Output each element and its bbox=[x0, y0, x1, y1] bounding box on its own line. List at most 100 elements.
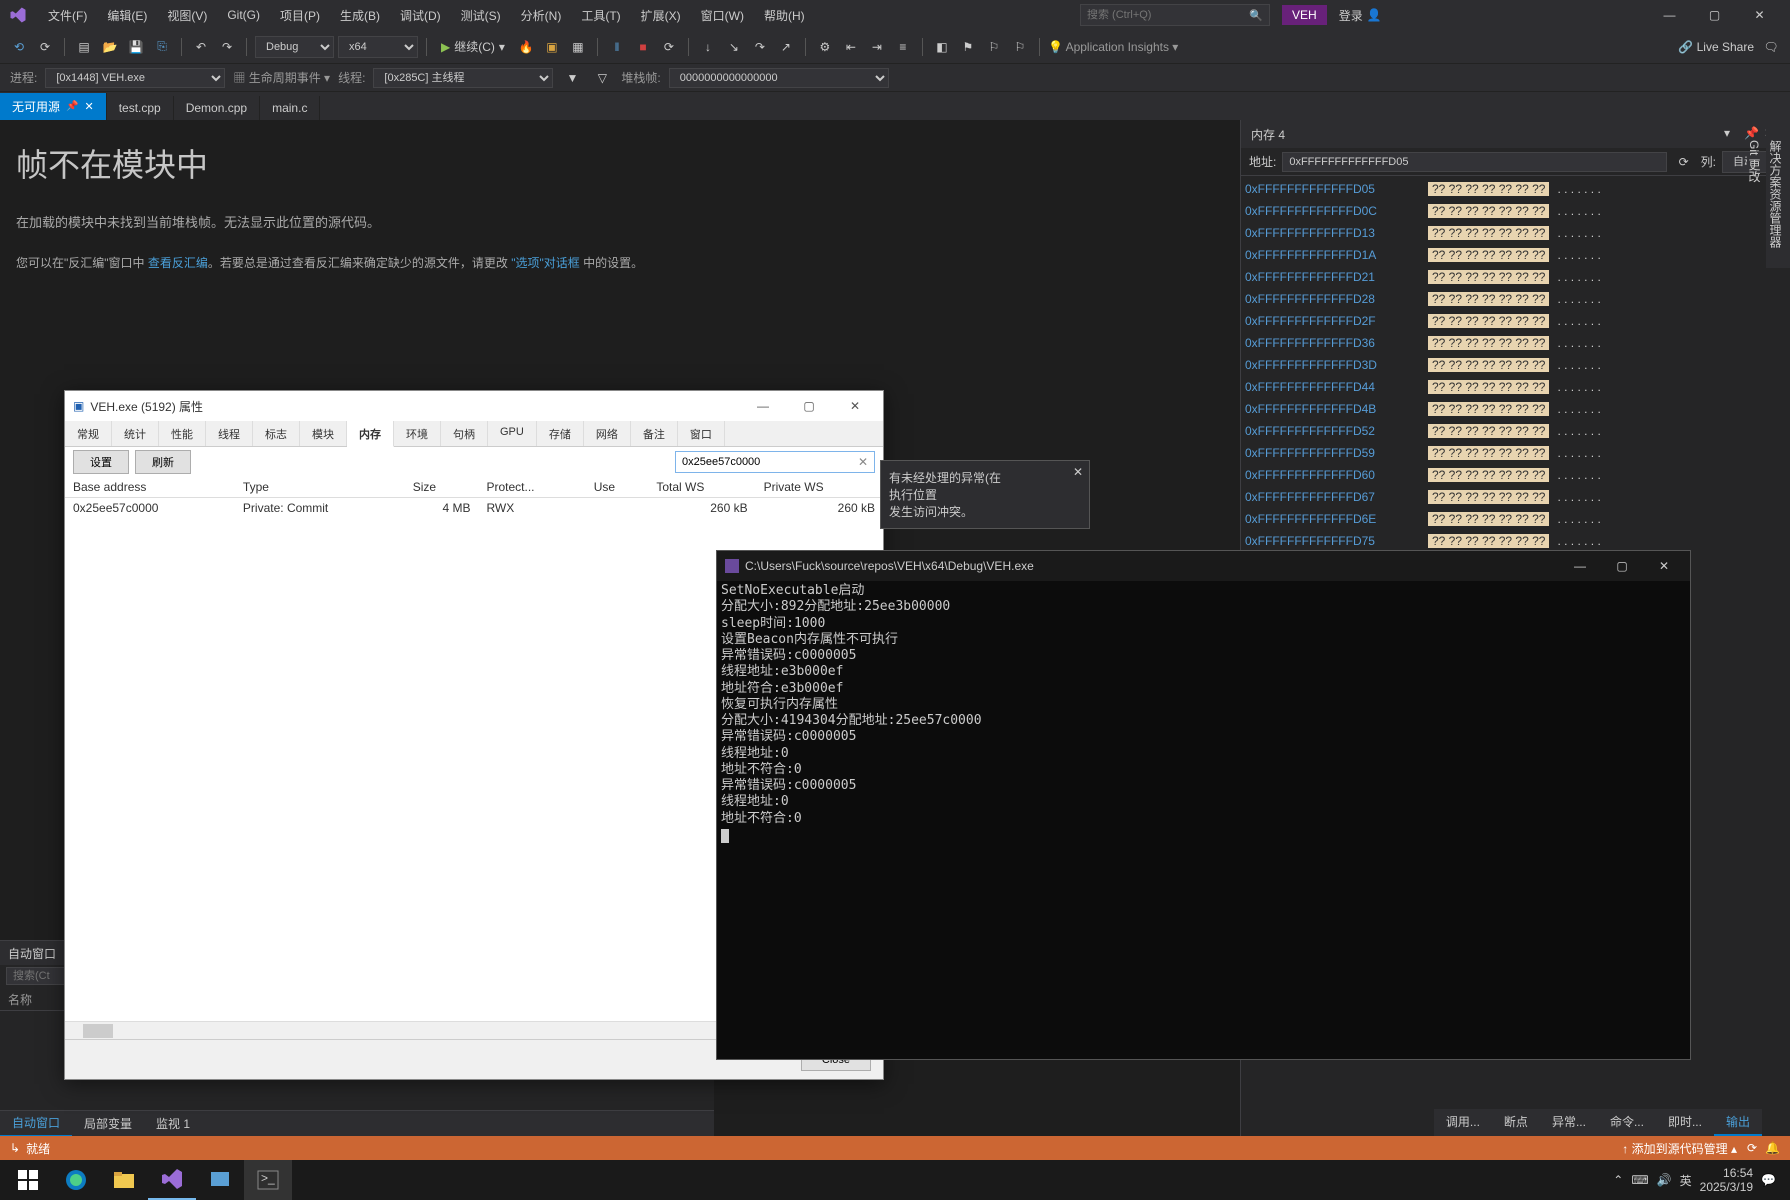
column-header[interactable]: Size bbox=[405, 477, 479, 498]
dialog-tab-7[interactable]: 环境 bbox=[394, 421, 441, 446]
menu-tools[interactable]: 工具(T) bbox=[571, 3, 630, 28]
status-bell-icon[interactable]: 🔔 bbox=[1765, 1141, 1780, 1155]
refresh-button[interactable]: 刷新 bbox=[135, 450, 191, 474]
settings-button[interactable]: 设置 bbox=[73, 450, 129, 474]
tray-sound-icon[interactable]: 🔊 bbox=[1657, 1173, 1672, 1187]
close-icon[interactable]: ✕ bbox=[84, 100, 93, 113]
tray-up-icon[interactable]: ⌃ bbox=[1613, 1173, 1623, 1187]
config-select[interactable]: Debug bbox=[255, 36, 334, 58]
comment-icon[interactable]: ≡ bbox=[892, 36, 914, 58]
step-next-icon[interactable]: ↓ bbox=[697, 36, 719, 58]
step-out-icon[interactable]: ↗ bbox=[775, 36, 797, 58]
global-search[interactable]: 🔍 bbox=[1080, 4, 1270, 26]
menu-extensions[interactable]: 扩展(X) bbox=[631, 3, 691, 28]
git-changes-tab[interactable]: Git 更改 bbox=[1744, 130, 1765, 258]
maximize-button[interactable]: ▢ bbox=[1692, 0, 1737, 30]
tab-test-cpp[interactable]: test.cpp bbox=[107, 96, 174, 120]
btab-command[interactable]: 命令... bbox=[1598, 1109, 1656, 1136]
nav-fwd-icon[interactable]: ⟳ bbox=[34, 36, 56, 58]
btab-immediate[interactable]: 即时... bbox=[1656, 1109, 1714, 1136]
terminal-button[interactable]: >_ bbox=[244, 1160, 292, 1200]
menu-git[interactable]: Git(G) bbox=[217, 4, 270, 26]
dialog-titlebar[interactable]: ▣ VEH.exe (5192) 属性 — ▢ ✕ bbox=[65, 391, 883, 421]
flag2-icon[interactable]: ⚐ bbox=[983, 36, 1005, 58]
status-add-source[interactable]: ↑ 添加到源代码管理 ▴ bbox=[1622, 1140, 1737, 1157]
nav-back-icon[interactable]: ⟲ bbox=[8, 36, 30, 58]
taskbar-clock[interactable]: 16:54 2025/3/19 bbox=[1700, 1166, 1753, 1195]
menu-debug[interactable]: 调试(D) bbox=[390, 3, 451, 28]
minimize-button[interactable]: — bbox=[1647, 0, 1692, 30]
memory-address-input[interactable] bbox=[1282, 152, 1666, 172]
dialog-tab-0[interactable]: 常规 bbox=[65, 421, 112, 446]
dialog-tab-13[interactable]: 窗口 bbox=[678, 421, 725, 446]
dialog-tab-9[interactable]: GPU bbox=[488, 421, 537, 446]
flag-icon[interactable]: ⚑ bbox=[957, 36, 979, 58]
close-button[interactable]: ✕ bbox=[835, 392, 875, 420]
column-header[interactable]: Use bbox=[586, 477, 649, 498]
stop-debug-icon[interactable]: ▣ bbox=[541, 36, 563, 58]
blend-button[interactable] bbox=[196, 1160, 244, 1200]
btab-breakpoints[interactable]: 断点 bbox=[1492, 1109, 1540, 1136]
filter2-icon[interactable]: ▽ bbox=[591, 67, 613, 89]
signin-button[interactable]: 登录 👤 bbox=[1339, 7, 1382, 24]
indent-icon[interactable]: ⇥ bbox=[866, 36, 888, 58]
tab-no-source[interactable]: 无可用源📌✕ bbox=[0, 93, 107, 120]
btab-exceptions[interactable]: 异常... bbox=[1540, 1109, 1598, 1136]
redo-icon[interactable]: ↷ bbox=[216, 36, 238, 58]
stackframe-select[interactable]: 0000000000000000 bbox=[669, 68, 889, 88]
menu-file[interactable]: 文件(F) bbox=[38, 3, 97, 28]
dialog-tab-8[interactable]: 句柄 bbox=[441, 421, 488, 446]
btab-callstack[interactable]: 调用... bbox=[1434, 1109, 1492, 1136]
dialog-tab-12[interactable]: 备注 bbox=[631, 421, 678, 446]
explorer-button[interactable] bbox=[100, 1160, 148, 1200]
disasm-link[interactable]: 查看反汇编 bbox=[148, 256, 208, 270]
liveshare-button[interactable]: 🔗 Live Share bbox=[1678, 40, 1754, 54]
close-button[interactable]: ✕ bbox=[1646, 552, 1682, 580]
minimize-button[interactable]: — bbox=[743, 392, 783, 420]
menu-window[interactable]: 窗口(W) bbox=[691, 3, 754, 28]
column-header[interactable]: Base address bbox=[65, 477, 235, 498]
save-all-icon[interactable]: ⎘ bbox=[151, 36, 173, 58]
save-icon[interactable]: 💾 bbox=[125, 36, 147, 58]
start-button[interactable] bbox=[4, 1160, 52, 1200]
feedback-icon[interactable]: 🗨 bbox=[1760, 36, 1782, 58]
outdent-icon[interactable]: ⇤ bbox=[840, 36, 862, 58]
column-header[interactable]: Type bbox=[235, 477, 405, 498]
console-titlebar[interactable]: C:\Users\Fuck\source\repos\VEH\x64\Debug… bbox=[717, 551, 1690, 581]
vs-button[interactable] bbox=[148, 1160, 196, 1200]
new-item-icon[interactable]: ▤ bbox=[73, 36, 95, 58]
snapshot-icon[interactable]: ▦ bbox=[567, 36, 589, 58]
tray-lang[interactable]: 英 bbox=[1680, 1172, 1692, 1189]
search-input[interactable] bbox=[1087, 9, 1249, 21]
edge-button[interactable] bbox=[52, 1160, 100, 1200]
status-sync-icon[interactable]: ⟳ bbox=[1747, 1141, 1757, 1155]
tray-notif-icon[interactable]: 💬 bbox=[1761, 1173, 1776, 1187]
platform-select[interactable]: x64 bbox=[338, 36, 418, 58]
close-icon[interactable]: ✕ bbox=[1073, 465, 1083, 479]
thread-select[interactable]: [0x285C] 主线程 bbox=[373, 68, 553, 88]
dialog-tab-6[interactable]: 内存 bbox=[347, 421, 394, 447]
dialog-tab-4[interactable]: 标志 bbox=[253, 421, 300, 446]
tab-demon-cpp[interactable]: Demon.cpp bbox=[174, 96, 260, 120]
restart-icon[interactable]: ⟳ bbox=[658, 36, 680, 58]
open-icon[interactable]: 📂 bbox=[99, 36, 121, 58]
continue-button[interactable]: ▶ 继续(C) ▾ bbox=[435, 36, 511, 57]
pin-icon[interactable]: 📌 bbox=[66, 101, 78, 112]
btab-output[interactable]: 输出 bbox=[1714, 1109, 1762, 1136]
maximize-button[interactable]: ▢ bbox=[1604, 552, 1640, 580]
console-output[interactable]: SetNoExecutable启动 分配大小:892分配地址:25ee3b000… bbox=[717, 581, 1690, 1059]
dialog-tab-3[interactable]: 线程 bbox=[206, 421, 253, 446]
bookmark-icon[interactable]: ◧ bbox=[931, 36, 953, 58]
menu-project[interactable]: 项目(P) bbox=[270, 3, 330, 28]
app-insights-button[interactable]: 💡 Application Insights ▾ bbox=[1048, 40, 1178, 54]
options-link[interactable]: "选项"对话框 bbox=[511, 256, 580, 270]
process-select[interactable]: [0x1448] VEH.exe bbox=[45, 68, 225, 88]
dialog-search-input[interactable] bbox=[682, 456, 858, 468]
dialog-tab-11[interactable]: 网络 bbox=[584, 421, 631, 446]
btab-auto[interactable]: 自动窗口 bbox=[0, 1110, 72, 1137]
column-header[interactable]: Protect... bbox=[478, 477, 585, 498]
step-over-icon[interactable]: ↷ bbox=[749, 36, 771, 58]
menu-edit[interactable]: 编辑(E) bbox=[97, 3, 157, 28]
column-header[interactable]: Total WS bbox=[648, 477, 755, 498]
menu-test[interactable]: 测试(S) bbox=[451, 3, 511, 28]
